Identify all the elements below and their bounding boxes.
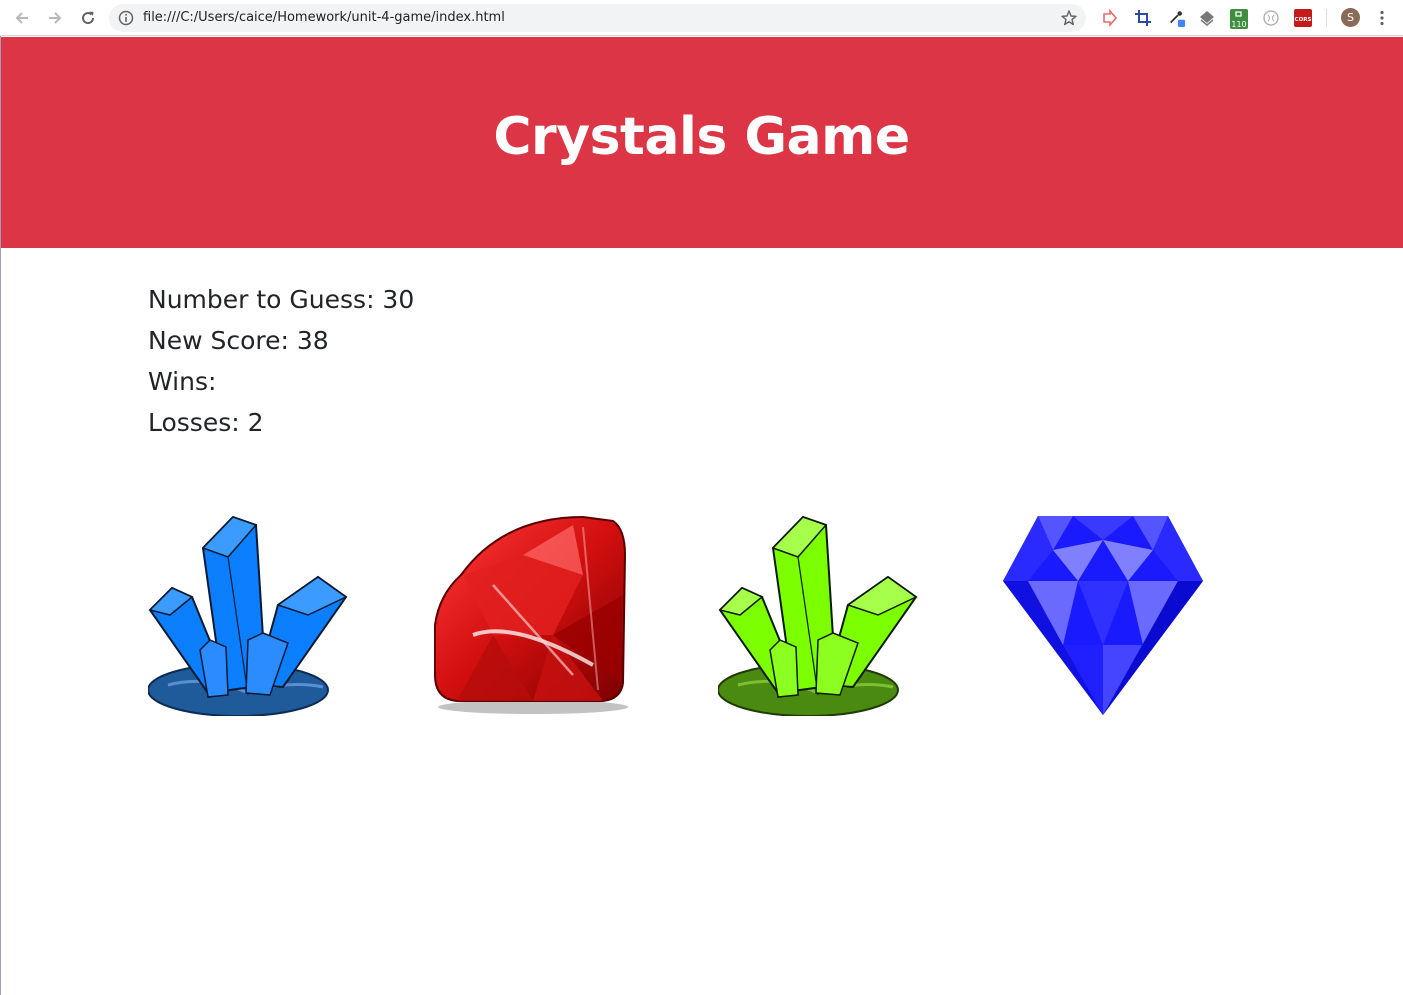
info-icon[interactable] [118,10,134,26]
eyedropper-icon[interactable] [1168,9,1186,27]
new-score: New Score: 38 [148,326,329,355]
green-crystal-cluster-icon [717,515,918,717]
reload-icon [82,11,95,25]
crystal-blue-diamond[interactable] [1003,515,1203,716]
cors-label: CORS [1295,17,1312,23]
cors-extension-icon[interactable]: CORS [1294,9,1312,27]
forward-button[interactable] [43,6,67,30]
blue-crystal-cluster-icon [147,515,348,717]
back-button[interactable] [10,6,34,30]
counter-extension-icon[interactable]: 110 [1229,8,1249,30]
reload-button[interactable] [76,6,100,30]
browser-toolbar: file:///C:/Users/caice/Homework/unit-4-g… [0,0,1403,36]
crystal-blue-cluster[interactable] [147,515,348,717]
toolbar-separator [1326,9,1327,27]
back-arrow-icon [15,12,28,24]
circle-extension-icon[interactable] [1262,9,1280,27]
red-ruby-icon [434,515,628,714]
layers-icon[interactable] [1198,9,1216,27]
profile-avatar[interactable]: S [1341,8,1360,27]
forward-arrow-icon [49,12,62,24]
url-text[interactable]: file:///C:/Users/caice/Homework/unit-4-g… [143,10,505,26]
wins: Wins: [148,367,217,396]
counter-badge: 110 [1231,20,1246,29]
bookmark-star-icon[interactable] [1060,9,1078,27]
blue-diamond-icon [1003,516,1203,715]
page-title: Crystals Game [493,107,910,167]
share-arrow-icon[interactable] [1101,9,1119,27]
score-panel: Number to Guess: 30 New Score: 38 Wins: … [148,279,414,443]
crystal-red-ruby[interactable] [433,515,633,716]
crystal-green-cluster[interactable] [717,515,918,717]
address-bar[interactable]: file:///C:/Users/caice/Homework/unit-4-g… [109,4,1086,32]
menu-kebab-icon[interactable] [1373,9,1391,27]
crop-icon[interactable] [1134,9,1152,27]
losses: Losses: 2 [148,408,264,437]
number-to-guess: Number to Guess: 30 [148,285,415,314]
